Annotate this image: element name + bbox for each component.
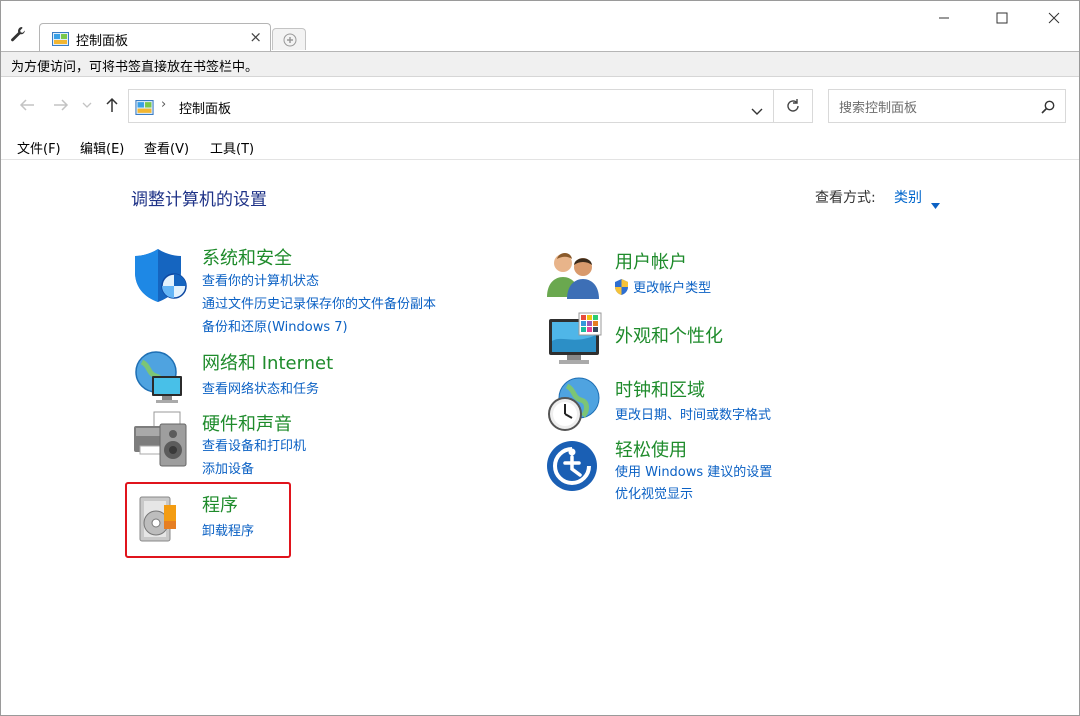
back-button[interactable]	[17, 95, 37, 115]
network-globe-icon[interactable]	[132, 350, 192, 410]
users-icon[interactable]	[545, 249, 605, 309]
uac-shield-icon	[615, 279, 628, 295]
menu-edit[interactable]: 编辑(E)	[80, 138, 124, 157]
view-by-dropdown[interactable]: 类别	[894, 187, 922, 207]
printer-speaker-icon[interactable]	[132, 410, 192, 470]
link-change-account-type-label[interactable]: 更改帐户类型	[633, 281, 711, 296]
up-arrow-icon	[106, 97, 118, 112]
category-title[interactable]: 用户帐户	[615, 248, 687, 274]
programs-highlight-box	[125, 482, 291, 558]
forward-arrow-icon	[54, 99, 69, 111]
bookmark-hint-text: 为方便访问，可将书签直接放在书签栏中。	[11, 60, 259, 75]
breadcrumb-control-panel[interactable]: 控制面板	[179, 98, 231, 117]
clock-globe-icon[interactable]	[545, 376, 605, 436]
menu-view[interactable]: 查看(V)	[144, 138, 189, 157]
shield-icon[interactable]	[132, 246, 192, 306]
new-tab-button[interactable]	[272, 28, 306, 50]
recent-locations-button[interactable]	[80, 95, 94, 115]
refresh-button[interactable]	[773, 89, 813, 123]
bookmark-hint-bar: 为方便访问，可将书签直接放在书签栏中。	[1, 51, 1079, 77]
view-by-caret-icon[interactable]	[931, 194, 940, 213]
link-backup-restore[interactable]: 备份和还原(Windows 7)	[202, 316, 348, 335]
plus-icon	[283, 33, 297, 47]
category-title[interactable]: 轻松使用	[615, 436, 687, 462]
minimize-button[interactable]	[921, 5, 967, 31]
ease-of-access-icon[interactable]	[545, 437, 605, 497]
address-dropdown-icon[interactable]	[751, 101, 763, 120]
link-change-date-time-format[interactable]: 更改日期、时间或数字格式	[615, 404, 771, 423]
address-bar[interactable]: › 控制面板	[128, 89, 774, 123]
link-file-history-backup[interactable]: 通过文件历史记录保存你的文件备份副本	[202, 293, 436, 312]
category-title[interactable]: 系统和安全	[202, 244, 292, 270]
page-title: 调整计算机的设置	[131, 190, 267, 210]
refresh-icon	[787, 99, 799, 112]
close-icon	[1048, 12, 1060, 24]
chevron-down-icon	[82, 102, 92, 108]
link-devices-printers[interactable]: 查看设备和打印机	[202, 435, 306, 454]
tab-title: 控制面板	[76, 34, 129, 49]
link-view-computer-status[interactable]: 查看你的计算机状态	[202, 270, 319, 289]
link-network-status-tasks[interactable]: 查看网络状态和任务	[202, 378, 319, 397]
category-title[interactable]: 网络和 Internet	[202, 349, 333, 375]
tab-control-panel[interactable]: 控制面板 ×	[39, 23, 271, 52]
forward-button[interactable]	[51, 95, 71, 115]
category-title[interactable]: 硬件和声音	[202, 410, 292, 436]
link-windows-recommended-settings[interactable]: 使用 Windows 建议的设置	[615, 461, 772, 480]
control-panel-window: 控制面板 × 为方便访问，可将书签直接放在书签栏中。 › 控制面板 搜索控制面板…	[0, 0, 1080, 716]
minimize-icon	[939, 17, 949, 19]
tab-close-button[interactable]: ×	[249, 28, 262, 46]
link-add-device[interactable]: 添加设备	[202, 458, 254, 477]
search-box[interactable]	[828, 89, 1066, 123]
category-title[interactable]: 时钟和区域	[615, 376, 705, 402]
link-optimize-visual-display[interactable]: 优化视觉显示	[615, 483, 693, 502]
breadcrumb-separator: ›	[161, 97, 167, 112]
search-icon[interactable]	[1041, 99, 1055, 118]
menu-bar: 文件(F) 编辑(E) 查看(V) 工具(T)	[1, 135, 1079, 160]
up-button[interactable]	[102, 95, 122, 115]
close-window-button[interactable]	[1031, 5, 1077, 31]
category-title[interactable]: 外观和个性化	[615, 322, 723, 348]
menu-file[interactable]: 文件(F)	[17, 138, 61, 157]
control-panel-icon	[135, 100, 154, 119]
menu-tools[interactable]: 工具(T)	[210, 138, 254, 157]
monitor-palette-icon[interactable]	[545, 311, 605, 371]
wrench-icon[interactable]	[9, 25, 29, 45]
maximize-icon	[996, 12, 1008, 24]
search-input[interactable]	[837, 97, 1031, 119]
view-by-label: 查看方式:	[815, 190, 876, 206]
maximize-button[interactable]	[979, 5, 1025, 31]
back-arrow-icon	[19, 99, 34, 111]
control-panel-icon	[52, 31, 69, 46]
tab-strip: 控制面板 ×	[1, 1, 1079, 52]
link-change-account-type[interactable]: 更改帐户类型	[614, 277, 711, 296]
navigation-bar: › 控制面板	[1, 87, 1079, 127]
